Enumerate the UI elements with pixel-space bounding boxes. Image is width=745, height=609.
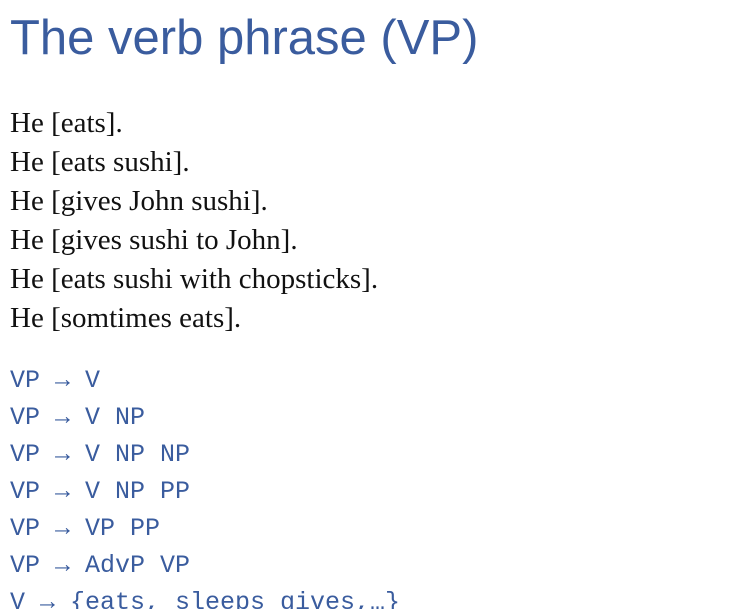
slide-title: The verb phrase (VP) [10, 11, 479, 65]
grammar-rule: VP → V NP PP [10, 477, 191, 506]
grammar-rules: VP → V VP → V NP VP → V NP NP VP → V NP … [10, 362, 400, 609]
grammar-rule: VP → V [10, 366, 101, 395]
example-sentence: He [eats sushi]. [10, 146, 190, 178]
example-sentence: He [gives sushi to John]. [10, 224, 298, 256]
example-sentences: He [eats]. He [eats sushi]. He [gives Jo… [10, 104, 378, 338]
example-sentence: He [somtimes eats]. [10, 302, 242, 334]
example-sentence: He [eats sushi with chopsticks]. [10, 263, 379, 295]
grammar-rule: VP → AdvP VP [10, 551, 191, 580]
example-sentence: He [gives John sushi]. [10, 185, 268, 217]
grammar-rule: V → {eats, sleeps gives,…} [10, 588, 401, 609]
grammar-rule: VP → VP PP [10, 514, 161, 543]
grammar-rule: VP → V NP [10, 403, 146, 432]
example-sentence: He [eats]. [10, 107, 123, 139]
grammar-rule: VP → V NP NP [10, 440, 191, 469]
slide: The verb phrase (VP) He [eats]. He [eats… [0, 0, 745, 609]
